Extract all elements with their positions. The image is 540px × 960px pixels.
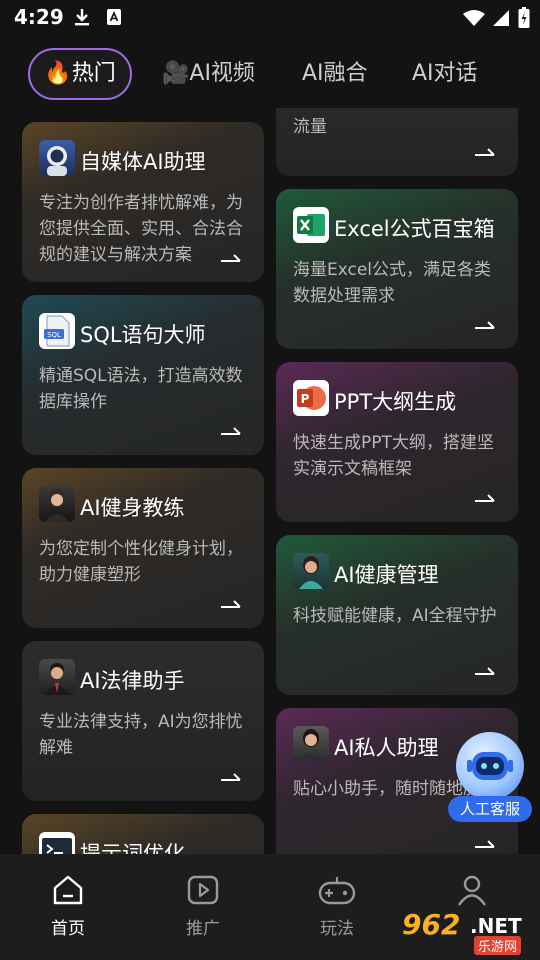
tool-card-prompt-optimizer[interactable]: 提示词优化 xyxy=(22,814,264,854)
card-desc: 海量Excel公式，满足各类数据处理需求 xyxy=(293,260,492,306)
card-desc: 流量 xyxy=(293,117,327,137)
home-icon xyxy=(53,875,83,905)
tool-card-partial[interactable]: 流量 xyxy=(276,108,518,176)
arrow-right-icon xyxy=(221,773,241,781)
gamepad-icon xyxy=(318,877,356,905)
customer-service-button[interactable]: 人工客服 xyxy=(446,732,534,824)
card-title: AI健身教练 xyxy=(80,496,185,520)
site-watermark-logo: 962 .NET 乐游网 xyxy=(398,908,538,958)
card-title: 自媒体AI助理 xyxy=(80,150,206,174)
arrow-right-icon xyxy=(475,148,495,156)
svg-text:P: P xyxy=(301,392,310,406)
tab-ai-chat[interactable]: AI对话 xyxy=(412,48,478,100)
arrow-right-icon xyxy=(475,667,495,675)
battery-icon xyxy=(518,7,530,28)
watermark-site: 乐游网 xyxy=(474,936,522,955)
astronaut-avatar-icon xyxy=(39,140,75,176)
nav-promote-label: 推广 xyxy=(186,919,220,939)
arrow-right-icon xyxy=(475,840,495,848)
category-tabs: 🔥热门 🎥AI视频 AI融合 AI对话 xyxy=(0,40,540,106)
signal-icon xyxy=(493,10,509,26)
arrow-right-icon xyxy=(221,254,241,262)
card-title: SQL语句大师 xyxy=(80,323,206,347)
card-desc: 科技赋能健康，AI全程守护 xyxy=(293,606,497,626)
card-title: AI健康管理 xyxy=(334,563,439,587)
download-icon xyxy=(75,9,89,26)
arrow-right-icon xyxy=(475,494,495,502)
watermark-net: .NET xyxy=(470,914,522,938)
customer-service-label: 人工客服 xyxy=(448,796,532,822)
card-title: 提示词优化 xyxy=(80,842,185,854)
card-desc: 精通SQL语法，打造高效数据库操作 xyxy=(39,366,243,412)
fitness-coach-avatar-icon xyxy=(39,486,75,522)
tool-card-health-management[interactable]: AI健康管理 科技赋能健康，AI全程守护 xyxy=(276,535,518,695)
card-desc: 为您定制个性化健身计划，助力健康塑形 xyxy=(39,539,243,585)
video-play-icon xyxy=(187,875,219,905)
svg-text:SQL: SQL xyxy=(47,331,61,339)
assistant-avatar-icon xyxy=(293,726,329,762)
card-title: AI私人助理 xyxy=(334,736,439,760)
excel-icon xyxy=(293,207,329,243)
person-icon xyxy=(458,875,486,906)
tool-card-ppt[interactable]: P PPT大纲生成 快速生成PPT大纲，搭建坚实演示文稿框架 xyxy=(276,362,518,522)
tab-ai-video[interactable]: 🎥AI视频 xyxy=(162,48,255,100)
sql-file-icon: SQL xyxy=(39,313,75,349)
app-notification-icon xyxy=(107,9,121,25)
tool-card-media-assistant[interactable]: 自媒体AI助理 专注为创作者排忧解难，为您提供全面、实用、合法合规的建议与解决方… xyxy=(22,122,264,282)
card-desc: 专注为创作者排忧解难，为您提供全面、实用、合法合规的建议与解决方案 xyxy=(39,193,243,265)
watermark-number: 962 xyxy=(402,908,461,941)
status-bar: 4:29 xyxy=(0,0,540,36)
card-desc: 快速生成PPT大纲，搭建坚实演示文稿框架 xyxy=(293,433,494,479)
nav-gameplay-label: 玩法 xyxy=(320,919,354,939)
tool-card-fitness-coach[interactable]: AI健身教练 为您定制个性化健身计划，助力健康塑形 xyxy=(22,468,264,628)
tab-ai-fusion[interactable]: AI融合 xyxy=(302,48,368,100)
terminal-icon xyxy=(39,832,75,854)
tool-card-sql[interactable]: SQL SQL语句大师 精通SQL语法，打造高效数据库操作 xyxy=(22,295,264,455)
status-time: 4:29 xyxy=(14,5,64,29)
nav-promote[interactable]: 推广 xyxy=(163,874,243,939)
powerpoint-icon: P xyxy=(293,380,329,416)
nav-gameplay[interactable]: 玩法 xyxy=(297,874,377,939)
lawyer-avatar-icon xyxy=(39,659,75,695)
arrow-right-icon xyxy=(221,427,241,435)
arrow-right-icon xyxy=(221,600,241,608)
nav-home-label: 首页 xyxy=(51,919,85,939)
card-title: AI法律助手 xyxy=(80,669,185,693)
arrow-right-icon xyxy=(475,321,495,329)
tool-card-legal-assistant[interactable]: AI法律助手 专业法律支持，AI为您排忧解难 xyxy=(22,641,264,801)
card-title: PPT大纲生成 xyxy=(334,390,457,414)
card-desc: 专业法律支持，AI为您排忧解难 xyxy=(39,712,243,758)
doctor-avatar-icon xyxy=(293,553,329,589)
card-title: Excel公式百宝箱 xyxy=(334,217,495,241)
wifi-icon xyxy=(463,10,485,26)
robot-icon xyxy=(456,732,524,800)
tool-card-excel[interactable]: Excel公式百宝箱 海量Excel公式，满足各类数据处理需求 xyxy=(276,189,518,349)
tab-hot[interactable]: 🔥热门 xyxy=(28,48,132,100)
nav-home[interactable]: 首页 xyxy=(28,874,108,939)
